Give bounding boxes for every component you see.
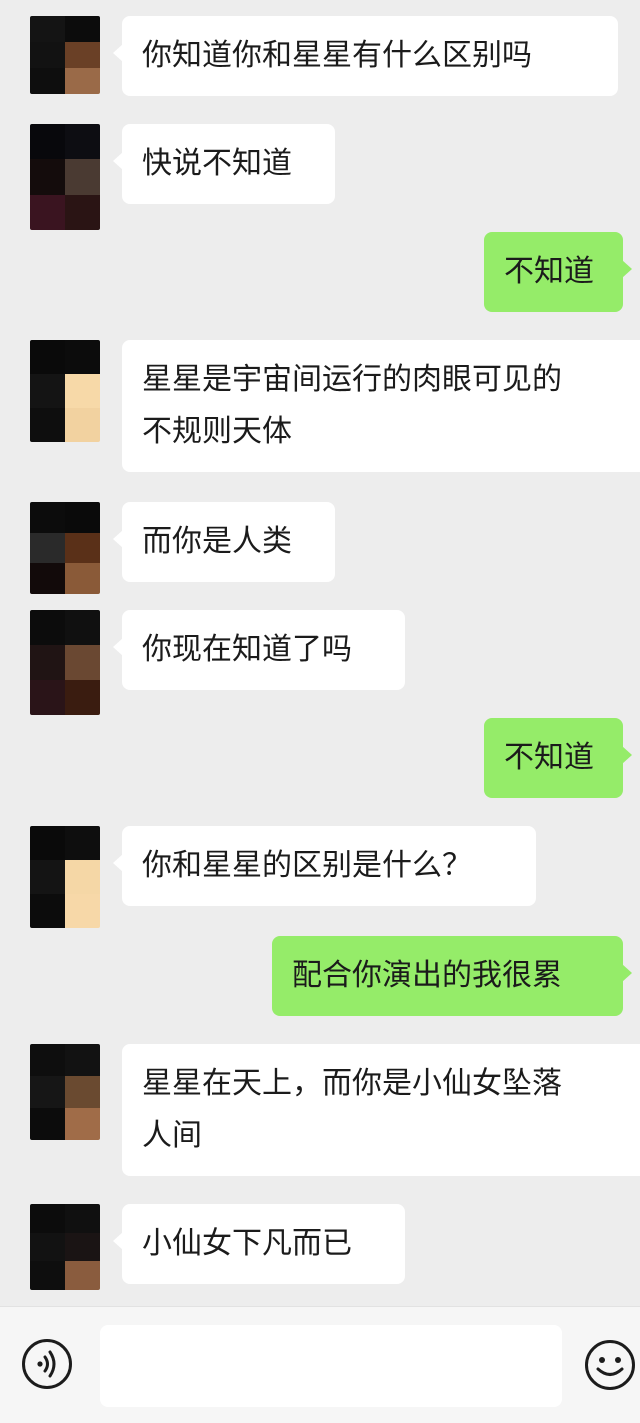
message-bubble[interactable]: 配合你演出的我很累 xyxy=(272,936,632,1016)
avatar[interactable] xyxy=(30,16,100,94)
input-toolbar xyxy=(0,1306,640,1423)
message-text: 而你是人类 xyxy=(142,524,292,559)
emoji-icon[interactable] xyxy=(584,1339,636,1391)
message-text: 你和星星的区别是什么？ xyxy=(142,848,472,883)
message-text: 星星是宇宙间运行的肉眼可见的 xyxy=(142,362,562,397)
avatar[interactable] xyxy=(30,1044,100,1140)
voice-icon[interactable] xyxy=(22,1339,72,1389)
chat-message-list[interactable]: 你知道你和星星有什么区别吗 快说不知道 不知道 星星是宇宙间运行的肉眼可见的 不规则天体… xyxy=(0,0,640,1306)
message-text: 不知道 xyxy=(504,740,594,775)
message-text: 不知道 xyxy=(504,254,594,289)
message-bubble[interactable]: 你知道你和星星有什么区别吗 xyxy=(113,16,618,96)
message-text: 星星在天上，而你是小仙女坠落 xyxy=(142,1066,562,1101)
avatar[interactable] xyxy=(30,124,100,230)
message-input[interactable] xyxy=(100,1325,562,1407)
message-bubble[interactable]: 星星是宇宙间运行的肉眼可见的 不规则天体 xyxy=(122,340,640,472)
message-bubble[interactable]: 不知道 xyxy=(484,718,632,798)
message-text: 小仙女下凡而已 xyxy=(142,1226,352,1261)
avatar[interactable] xyxy=(30,1204,100,1290)
message-bubble[interactable]: 你现在知道了吗 xyxy=(113,610,405,690)
message-text: 配合你演出的我很累 xyxy=(292,958,562,993)
message-bubble[interactable]: 不知道 xyxy=(484,232,632,312)
avatar[interactable] xyxy=(30,340,100,442)
avatar[interactable] xyxy=(30,826,100,928)
message-bubble[interactable]: 小仙女下凡而已 xyxy=(113,1204,405,1284)
message-bubble[interactable]: 而你是人类 xyxy=(113,502,335,582)
message-text: 快说不知道 xyxy=(142,146,292,181)
message-bubble[interactable]: 快说不知道 xyxy=(113,124,335,204)
message-text: 人间 xyxy=(142,1118,202,1153)
message-text: 不规则天体 xyxy=(142,414,292,449)
message-bubble[interactable]: 星星在天上，而你是小仙女坠落 人间 xyxy=(122,1044,640,1176)
message-bubble[interactable]: 你和星星的区别是什么？ xyxy=(113,826,536,906)
avatar[interactable] xyxy=(30,502,100,594)
message-text: 你知道你和星星有什么区别吗 xyxy=(142,38,532,73)
message-text: 你现在知道了吗 xyxy=(142,632,352,667)
avatar[interactable] xyxy=(30,610,100,715)
